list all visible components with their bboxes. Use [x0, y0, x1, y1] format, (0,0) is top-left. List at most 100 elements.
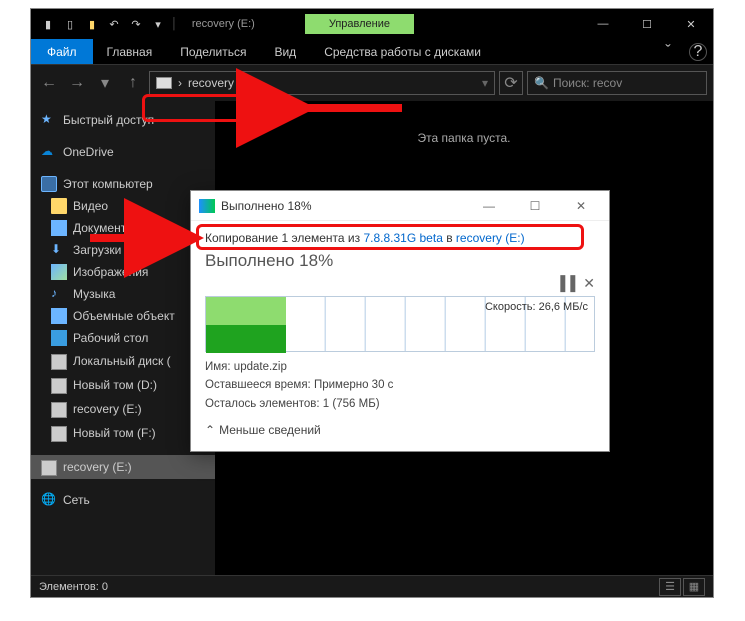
- navigation-pane[interactable]: ★ Быстрый доступ ☁ OneDrive Этот компьют…: [31, 101, 215, 575]
- disk-icon: [51, 426, 67, 442]
- tab-view[interactable]: Вид: [260, 39, 310, 64]
- download-icon: ⬇: [51, 242, 67, 258]
- sidebar-item-volume-d[interactable]: Новый том (D:): [31, 373, 215, 397]
- window-title: recovery (E:): [192, 18, 255, 30]
- tab-share[interactable]: Поделиться: [166, 39, 260, 64]
- sidebar-item-local-c[interactable]: Локальный диск (: [31, 349, 215, 373]
- sidebar-label: recovery (E:): [63, 460, 132, 474]
- copy-prefix: Копирование 1 элемента из: [205, 231, 363, 245]
- progress-heading: Выполнено 18%: [205, 251, 595, 271]
- redo-icon[interactable]: ↷: [127, 15, 145, 33]
- undo-icon[interactable]: ↶: [105, 15, 123, 33]
- tab-home[interactable]: Главная: [93, 39, 167, 64]
- sidebar-this-pc[interactable]: Этот компьютер: [31, 173, 215, 195]
- dialog-titlebar: Выполнено 18% — ☐ ✕: [191, 191, 609, 221]
- sidebar-label: Рабочий стол: [73, 331, 148, 345]
- fewer-details-label: Меньше сведений: [219, 423, 321, 437]
- sidebar-network[interactable]: 🌐 Сеть: [31, 489, 215, 511]
- cancel-button[interactable]: ✕: [583, 275, 595, 292]
- copy-dest-link[interactable]: recovery (E:): [456, 231, 525, 245]
- dialog-minimize-button[interactable]: —: [469, 192, 509, 220]
- chevron-up-icon: ⌃: [205, 423, 215, 437]
- sidebar-label: Сеть: [63, 493, 90, 507]
- search-box[interactable]: 🔍 Поиск: recov: [527, 71, 707, 95]
- help-icon[interactable]: ?: [689, 43, 707, 61]
- copy-description: Копирование 1 элемента из 7.8.8.31G beta…: [205, 231, 595, 245]
- sidebar-item-desktop[interactable]: Рабочий стол: [31, 327, 215, 349]
- forward-button[interactable]: →: [65, 71, 89, 95]
- large-icons-view-button[interactable]: ▦: [683, 578, 705, 596]
- window-controls: — ☐ ✕: [581, 9, 713, 39]
- sidebar-item-volume-f[interactable]: Новый том (F:): [31, 421, 215, 445]
- cube-icon: [51, 308, 67, 324]
- tab-drive-tools[interactable]: Средства работы с дисками: [310, 39, 495, 64]
- address-separator: ›: [178, 76, 182, 90]
- close-button[interactable]: ✕: [669, 9, 713, 39]
- disk-icon: [41, 460, 57, 476]
- sidebar-item-downloads[interactable]: ⬇Загрузки: [31, 239, 215, 261]
- up-button[interactable]: ↑: [121, 71, 145, 95]
- chart-bar-dark: [206, 325, 286, 353]
- sidebar-onedrive[interactable]: ☁ OneDrive: [31, 141, 215, 163]
- search-placeholder: Поиск: recov: [553, 76, 622, 90]
- document-icon: [51, 220, 67, 236]
- sidebar-item-music[interactable]: ♪ Музыка: [31, 283, 215, 305]
- copy-progress-dialog: Выполнено 18% — ☐ ✕ Копирование 1 элемен…: [190, 190, 610, 452]
- disk-icon: [51, 354, 67, 370]
- copy-source-link[interactable]: 7.8.8.31G beta: [363, 231, 442, 245]
- pause-button[interactable]: ▐▐: [555, 275, 575, 292]
- sidebar-label: Объемные объект: [73, 309, 175, 323]
- sidebar-item-3d[interactable]: Объемные объект: [31, 305, 215, 327]
- sidebar-item-pictures[interactable]: Изображения: [31, 261, 215, 283]
- dialog-close-button[interactable]: ✕: [561, 192, 601, 220]
- disk-icon: [51, 378, 67, 394]
- back-button[interactable]: ←: [37, 71, 61, 95]
- sidebar-quick-access[interactable]: ★ Быстрый доступ: [31, 109, 215, 131]
- address-text: recovery (E:): [188, 76, 257, 90]
- disk-icon: [51, 402, 67, 418]
- manage-contextual-tab[interactable]: Управление: [305, 14, 414, 34]
- detail-items-remaining: Осталось элементов: 1 (756 МБ): [205, 395, 595, 413]
- dialog-title: Выполнено 18%: [221, 199, 312, 213]
- sidebar-item-documents[interactable]: Документы: [31, 217, 215, 239]
- sidebar-item-recovery-e[interactable]: recovery (E:): [31, 397, 215, 421]
- refresh-button[interactable]: ⟳: [499, 71, 523, 95]
- desktop-icon: [51, 330, 67, 346]
- ribbon-tabs: Файл Главная Поделиться Вид Средства раб…: [31, 39, 713, 65]
- detail-name-label: Имя:: [205, 361, 234, 373]
- throughput-chart: Скорость: 26,6 МБ/с: [205, 296, 595, 352]
- fewer-details-toggle[interactable]: ⌃ Меньше сведений: [205, 423, 595, 437]
- properties-icon[interactable]: ▯: [61, 15, 79, 33]
- separator: │: [171, 18, 178, 30]
- speed-label: Скорость: 26,6 МБ/с: [485, 301, 588, 313]
- sidebar-label: Музыка: [73, 287, 115, 301]
- sidebar-recovery-selected[interactable]: recovery (E:): [31, 455, 215, 479]
- search-icon: 🔍: [534, 76, 549, 90]
- new-folder-icon[interactable]: ▮: [83, 15, 101, 33]
- ribbon-expand-icon[interactable]: ˇ: [653, 39, 683, 64]
- details-view-button[interactable]: ☰: [659, 578, 681, 596]
- monitor-icon: [41, 176, 57, 192]
- maximize-button[interactable]: ☐: [625, 9, 669, 39]
- address-dropdown-icon[interactable]: ▾: [482, 76, 488, 90]
- dialog-maximize-button[interactable]: ☐: [515, 192, 555, 220]
- minimize-button[interactable]: —: [581, 9, 625, 39]
- sidebar-label: OneDrive: [63, 145, 114, 159]
- qat-dropdown-icon[interactable]: ▾: [149, 15, 167, 33]
- copy-mid: в: [443, 231, 456, 245]
- sidebar-item-videos[interactable]: Видео: [31, 195, 215, 217]
- navigation-bar: ← → ▾ ↑ › recovery (E:) ▾ ⟳ 🔍 Поиск: rec…: [31, 65, 713, 101]
- recent-dropdown-icon[interactable]: ▾: [93, 71, 117, 95]
- quick-access-toolbar: ▮ ▯ ▮ ↶ ↷ ▾ │: [31, 15, 186, 33]
- sidebar-label: Новый том (F:): [73, 426, 156, 440]
- status-bar: Элементов: 0 ☰ ▦: [31, 575, 713, 597]
- star-icon: ★: [41, 112, 57, 128]
- file-tab[interactable]: Файл: [31, 39, 93, 64]
- image-icon: [51, 264, 67, 280]
- chart-bar-light: [206, 297, 286, 325]
- music-icon: ♪: [51, 286, 67, 302]
- address-bar[interactable]: › recovery (E:) ▾: [149, 71, 495, 95]
- item-count: Элементов: 0: [39, 581, 108, 593]
- copy-details: Имя: update.zip Оставшееся время: Пример…: [205, 358, 595, 413]
- sidebar-label: Этот компьютер: [63, 177, 153, 191]
